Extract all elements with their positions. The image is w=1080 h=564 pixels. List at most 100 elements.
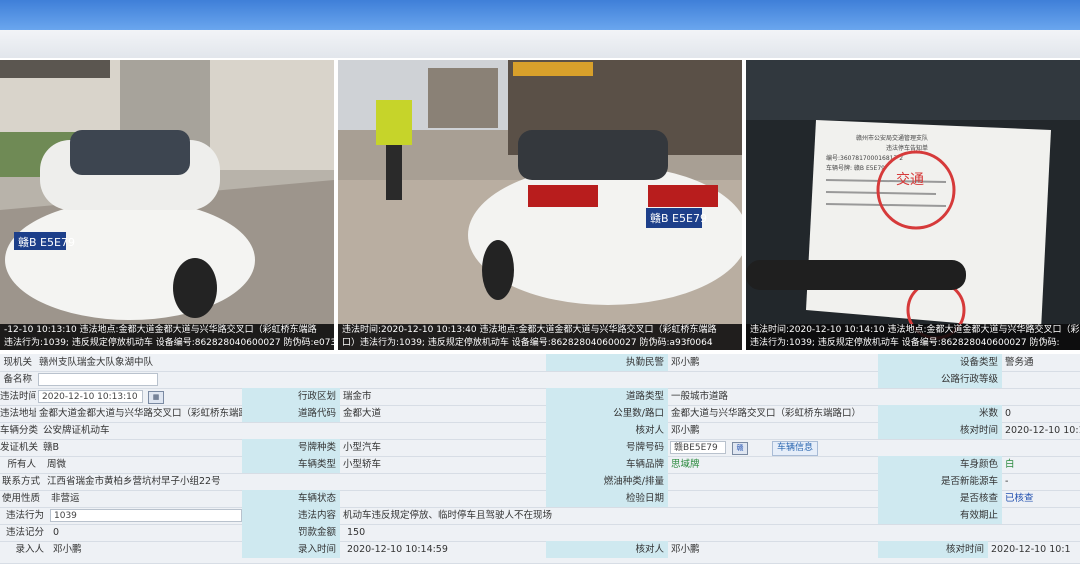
- label-usage-nature: 使用性质: [1, 493, 40, 504]
- evidence-photo-1[interactable]: 赣B E5E79 -12-10 10:13:10 违法地点:金都大道金都大道与兴…: [0, 60, 334, 350]
- label-checked: 是否核查: [878, 490, 1002, 507]
- label-road-type: 道路类型: [546, 388, 668, 405]
- value-entered-by: 邓小鹏: [53, 544, 82, 555]
- label-road-admin-level: 公路行政等级: [878, 371, 1002, 388]
- calendar-icon[interactable]: ▦: [148, 391, 164, 404]
- label-violation-address: 违法地址: [0, 408, 36, 419]
- label-plate-number: 号牌号码: [546, 439, 668, 456]
- photo-3-caption-line2: 违法行为:1039; 违反规定停放机动车 设备编号:86282804060002…: [750, 338, 1060, 348]
- label-duty-officer: 执勤民警: [546, 354, 668, 371]
- value-violation-content: 机动车违反规定停放、临时停车且驾驶人不在现场: [343, 510, 553, 521]
- value-entry-time: 2020-12-10 10:14:59: [347, 544, 448, 555]
- form-row-7: 所有人 周微 车辆类型 小型轿车 车辆品牌 思域牌 车身颜色 白: [0, 456, 1080, 474]
- value-duty-officer: 邓小鹏: [671, 357, 700, 368]
- photo-3-scene: 赣州市公安局交通管理支队 违法停车告知单 编号:360781700016817 …: [746, 60, 1080, 350]
- label-fuel-displacement: 燃油种类/排量: [546, 473, 668, 490]
- ticket-plate: 车辆号牌: 赣B E5E79: [826, 164, 885, 172]
- value-device-type: 警务通: [1005, 357, 1034, 368]
- value-issuing-authority: 赣B: [43, 442, 60, 453]
- form-row-3: 违法时间 2020-12-10 10:13:10 ▦ 行政区划 瑞金市 道路类型…: [0, 388, 1080, 406]
- label-violation-code: 违法行为: [5, 510, 44, 521]
- device-name-input[interactable]: [38, 373, 158, 386]
- label-vehicle-brand: 车辆品牌: [546, 456, 668, 473]
- value-processing-agency: 赣州支队瑞金大队象湖中队: [39, 357, 154, 368]
- value-owner: 周微: [47, 459, 67, 470]
- value-verifier: 邓小鹏: [671, 425, 700, 436]
- value-plate-type: 小型汽车: [343, 442, 382, 453]
- form-row-11: 违法记分 0 罚款金额 150: [0, 524, 1080, 542]
- value-usage-nature: 非营运: [51, 493, 80, 504]
- photo-2-plate: 赣B E5E79: [650, 211, 707, 225]
- form-row-6: 发证机关 赣B 号牌种类 小型汽车 号牌号码 赣BE5E79 赣 车辆信息: [0, 439, 1080, 457]
- value-body-color: 白: [1005, 459, 1015, 470]
- value-vehicle-type: 小型轿车: [343, 459, 382, 470]
- window-titlebar: [0, 30, 1080, 59]
- form-row-9: 使用性质 非营运 车辆状态 检验日期 是否核查 已核查: [0, 490, 1080, 508]
- label-processing-agency: 现机关: [3, 357, 32, 368]
- label-new-energy: 是否新能源车: [878, 473, 1002, 490]
- label-verifier-2: 核对人: [546, 541, 668, 558]
- photo-2-caption-line1: 违法时间:2020-12-10 10:13:40 违法地点:金都大道金都大道与兴…: [342, 325, 717, 335]
- ticket-title: 赣州市公安局交通管理支队: [856, 134, 928, 142]
- form-row-5: 车辆分类 公安牌证机动车 核对人 邓小鹏 核对时间 2020-12-10 10:…: [0, 422, 1080, 440]
- value-road-code: 金都大道: [343, 408, 382, 419]
- value-verifier-2: 邓小鹏: [671, 544, 700, 555]
- label-violation-content: 违法内容: [242, 507, 340, 524]
- value-km-intersection: 金都大道与兴华路交叉口（彩虹桥东端路口）: [671, 408, 862, 419]
- value-new-energy: -: [1005, 476, 1009, 487]
- photo-2-caption: 违法时间:2020-12-10 10:13:40 违法地点:金都大道金都大道与兴…: [338, 324, 742, 350]
- label-entered-by: 录入人: [15, 544, 44, 555]
- label-meters: 米数: [878, 405, 1002, 422]
- vehicle-info-button[interactable]: 车辆信息: [772, 441, 819, 456]
- form-row-1: 现机关 赣州支队瑞金大队象湖中队 执勤民警 邓小鹏 设备类型 警务通: [0, 354, 1080, 372]
- label-vehicle-category: 车辆分类: [0, 425, 39, 436]
- violation-code-input[interactable]: 1039: [50, 509, 242, 522]
- photo-1-caption-line2: 违法行为:1039; 违反规定停放机动车 设备编号:86282804060002…: [4, 338, 334, 348]
- value-contact: 江西省瑞金市黄柏乡营坑村早子小组22号: [47, 476, 221, 487]
- value-meters: 0: [1005, 408, 1012, 419]
- photo-1-caption: -12-10 10:13:10 违法地点:金都大道金都大道与兴华路交叉口（彩虹桥…: [0, 324, 334, 350]
- value-admin-division: 瑞金市: [343, 391, 372, 402]
- label-penalty-points: 违法记分: [5, 527, 44, 538]
- photo-1-scene: 赣B E5E79: [0, 60, 334, 350]
- label-valid-until: 有效期止: [878, 507, 1002, 524]
- evidence-photos: 赣B E5E79 -12-10 10:13:10 违法地点:金都大道金都大道与兴…: [0, 58, 1080, 354]
- value-road-type: 一般城市道路: [671, 391, 729, 402]
- label-plate-type: 号牌种类: [242, 439, 340, 456]
- screen-top-band: [0, 0, 1080, 30]
- label-vehicle-status: 车辆状态: [242, 490, 340, 507]
- evidence-photo-3[interactable]: 赣州市公安局交通管理支队 违法停车告知单 编号:360781700016817 …: [746, 60, 1080, 350]
- photo-3-caption-line1: 违法时间:2020-12-10 10:14:10 违法地点:金都大道金都大道与兴…: [750, 325, 1080, 335]
- value-checked: 已核查: [1005, 493, 1034, 504]
- value-verify-time: 2020-12-10 10:1: [1005, 425, 1080, 436]
- label-device-type: 设备类型: [878, 354, 1002, 371]
- label-inspection-date: 检验日期: [546, 490, 668, 507]
- photo-2-scene: 赣B E5E79: [338, 60, 742, 350]
- label-road-code: 道路代码: [242, 405, 340, 422]
- value-penalty-points: 0: [53, 527, 60, 538]
- photo-1-plate: 赣B E5E79: [18, 235, 75, 249]
- label-violation-time: 违法时间: [0, 391, 36, 402]
- ticket-subtitle: 违法停车告知单: [886, 144, 928, 152]
- label-entry-time: 录入时间: [242, 541, 340, 558]
- ticket-stamp: 交通: [896, 171, 924, 188]
- form-row-10: 违法行为 1039 违法内容 机动车违反规定停放、临时停车且驾驶人不在现场 有效…: [0, 507, 1080, 525]
- violation-time-input[interactable]: 2020-12-10 10:13:10: [38, 390, 143, 403]
- form-row-8: 联系方式 江西省瑞金市黄柏乡营坑村早子小组22号 燃油种类/排量 是否新能源车 …: [0, 473, 1080, 491]
- value-vehicle-category: 公安牌证机动车: [43, 425, 110, 436]
- label-fine-amount: 罚款金额: [242, 524, 340, 541]
- label-admin-division: 行政区划: [242, 388, 340, 405]
- value-verify-time-2: 2020-12-10 10:1: [991, 544, 1071, 555]
- plate-number-input[interactable]: 赣BE5E79: [670, 441, 726, 454]
- photo-2-caption-line2: 口）违法行为:1039; 违反规定停放机动车 设备编号:862828040600…: [342, 338, 713, 348]
- label-km-intersection: 公里数/路口: [546, 405, 668, 422]
- form-row-2: 备名称 公路行政等级: [0, 371, 1080, 389]
- form-row-12: 录入人 邓小鹏 录入时间 2020-12-10 10:14:59 核对人 邓小鹏…: [0, 541, 1080, 564]
- label-verify-time: 核对时间: [878, 422, 1002, 439]
- plate-lookup-icon[interactable]: 赣: [732, 442, 748, 455]
- photo-1-caption-line1: -12-10 10:13:10 违法地点:金都大道金都大道与兴华路交叉口（彩虹桥…: [4, 325, 317, 335]
- evidence-photo-2[interactable]: 赣B E5E79 违法时间:2020-12-10 10:13:40 违法地点:金…: [338, 60, 742, 350]
- label-verifier: 核对人: [546, 422, 668, 439]
- value-fine-amount: 150: [347, 527, 366, 538]
- violation-record-form: 现机关 赣州支队瑞金大队象湖中队 执勤民警 邓小鹏 设备类型 警务通 备名称 公…: [0, 354, 1080, 564]
